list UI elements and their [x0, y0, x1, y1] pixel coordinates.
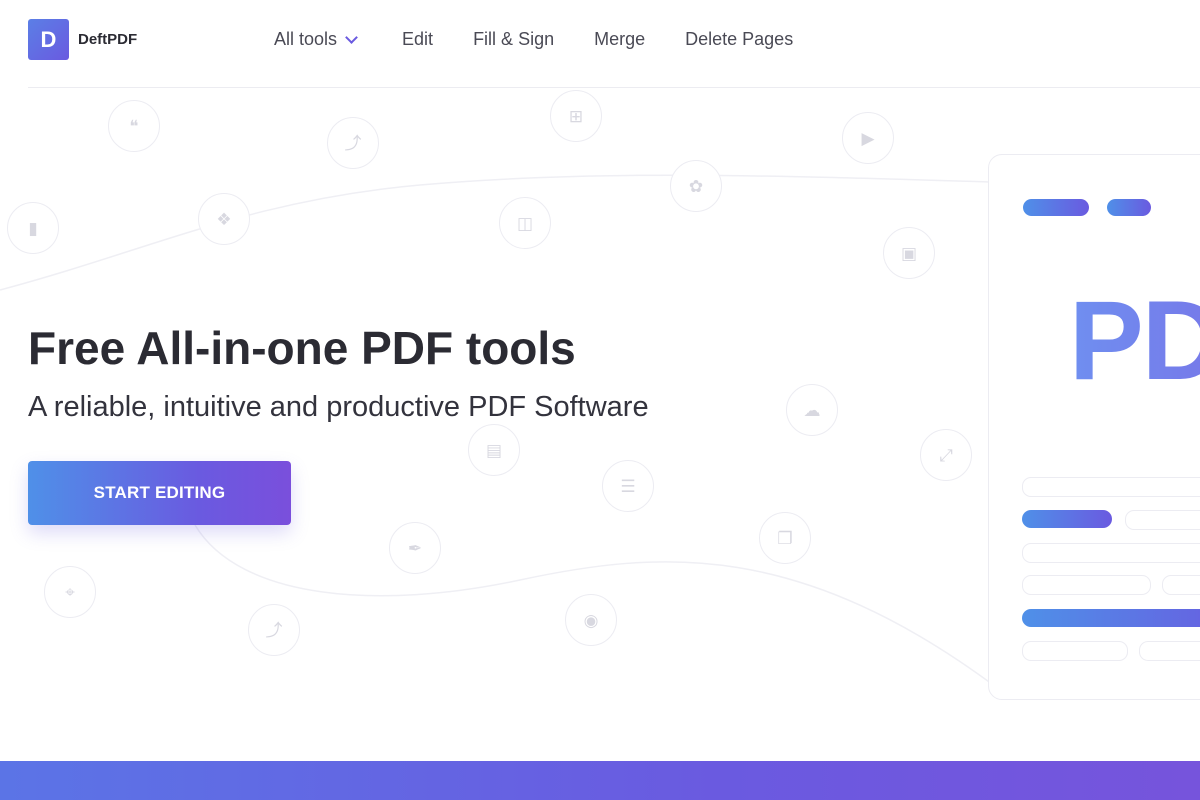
grid-icon: ⊞ — [550, 90, 602, 142]
quote-icon: ❝ — [108, 100, 160, 152]
header-divider — [28, 87, 1200, 88]
main-nav: All tools Edit Fill & Sign Merge Delete … — [274, 29, 793, 50]
mockup-line-1 — [1022, 477, 1200, 497]
split-arrows-icon: ⤴ — [248, 604, 300, 656]
crop-frame-icon: ▣ — [883, 227, 935, 279]
mockup-line-7 — [1139, 641, 1200, 661]
hero-subtitle: A reliable, intuitive and productive PDF… — [28, 391, 649, 423]
compress-icon: ⤢ — [920, 429, 972, 481]
start-editing-button[interactable]: START EDITING — [28, 461, 291, 525]
mockup-line-2 — [1125, 510, 1200, 530]
pdf-logo-text: PDF — [1069, 285, 1200, 397]
mockup-bar — [1022, 609, 1200, 627]
nav-delete-pages[interactable]: Delete Pages — [685, 29, 793, 50]
palette-icon: ✿ — [670, 160, 722, 212]
eye-icon: ◉ — [565, 594, 617, 646]
nav-edit[interactable]: Edit — [402, 29, 433, 50]
crop-icon: ⌖ — [44, 566, 96, 618]
sliders-icon: ☰ — [602, 460, 654, 512]
nav-merge[interactable]: Merge — [594, 29, 645, 50]
merge-arrows-icon: ⤴ — [327, 117, 379, 169]
puzzle-icon: ❖ — [198, 193, 250, 245]
hatch-icon: ▤ — [468, 424, 520, 476]
pen-icon: ✒ — [389, 522, 441, 574]
pdf-mockup-card: PDF — [988, 154, 1200, 700]
footer-gradient-band — [0, 761, 1200, 800]
mockup-line-6 — [1022, 641, 1128, 661]
mockup-pill-3 — [1022, 510, 1112, 528]
video-icon: ▶ — [842, 112, 894, 164]
chevron-down-icon — [345, 31, 358, 44]
trash-icon: ◫ — [499, 197, 551, 249]
mockup-line-3 — [1022, 543, 1200, 563]
page: ❝ ⤴ ⊞ ▶ ✿ ▮ ❖ ◫ ▣ ☁ ▤ ⤢ ☰ ❐ ✒ ⌖ ⤴ ◉ D De… — [0, 0, 1200, 800]
nav-fill-sign[interactable]: Fill & Sign — [473, 29, 554, 50]
nav-all-tools[interactable]: All tools — [274, 29, 358, 50]
hero-title: Free All-in-one PDF tools — [28, 322, 576, 374]
mockup-pill-1 — [1023, 199, 1089, 216]
logo-link[interactable]: D DeftPDF — [28, 19, 137, 60]
mockup-line-4 — [1022, 575, 1151, 595]
header: D DeftPDF All tools Edit Fill & Sign Mer… — [0, 0, 1200, 88]
cloud-icon: ☁ — [786, 384, 838, 436]
mockup-pill-2 — [1107, 199, 1151, 216]
logo-icon: D — [28, 19, 69, 60]
copy-icon: ❐ — [759, 512, 811, 564]
mockup-line-5 — [1162, 575, 1200, 595]
nav-all-tools-label: All tools — [274, 29, 338, 49]
logo-text: DeftPDF — [78, 31, 138, 48]
bookmark-icon: ▮ — [7, 202, 59, 254]
